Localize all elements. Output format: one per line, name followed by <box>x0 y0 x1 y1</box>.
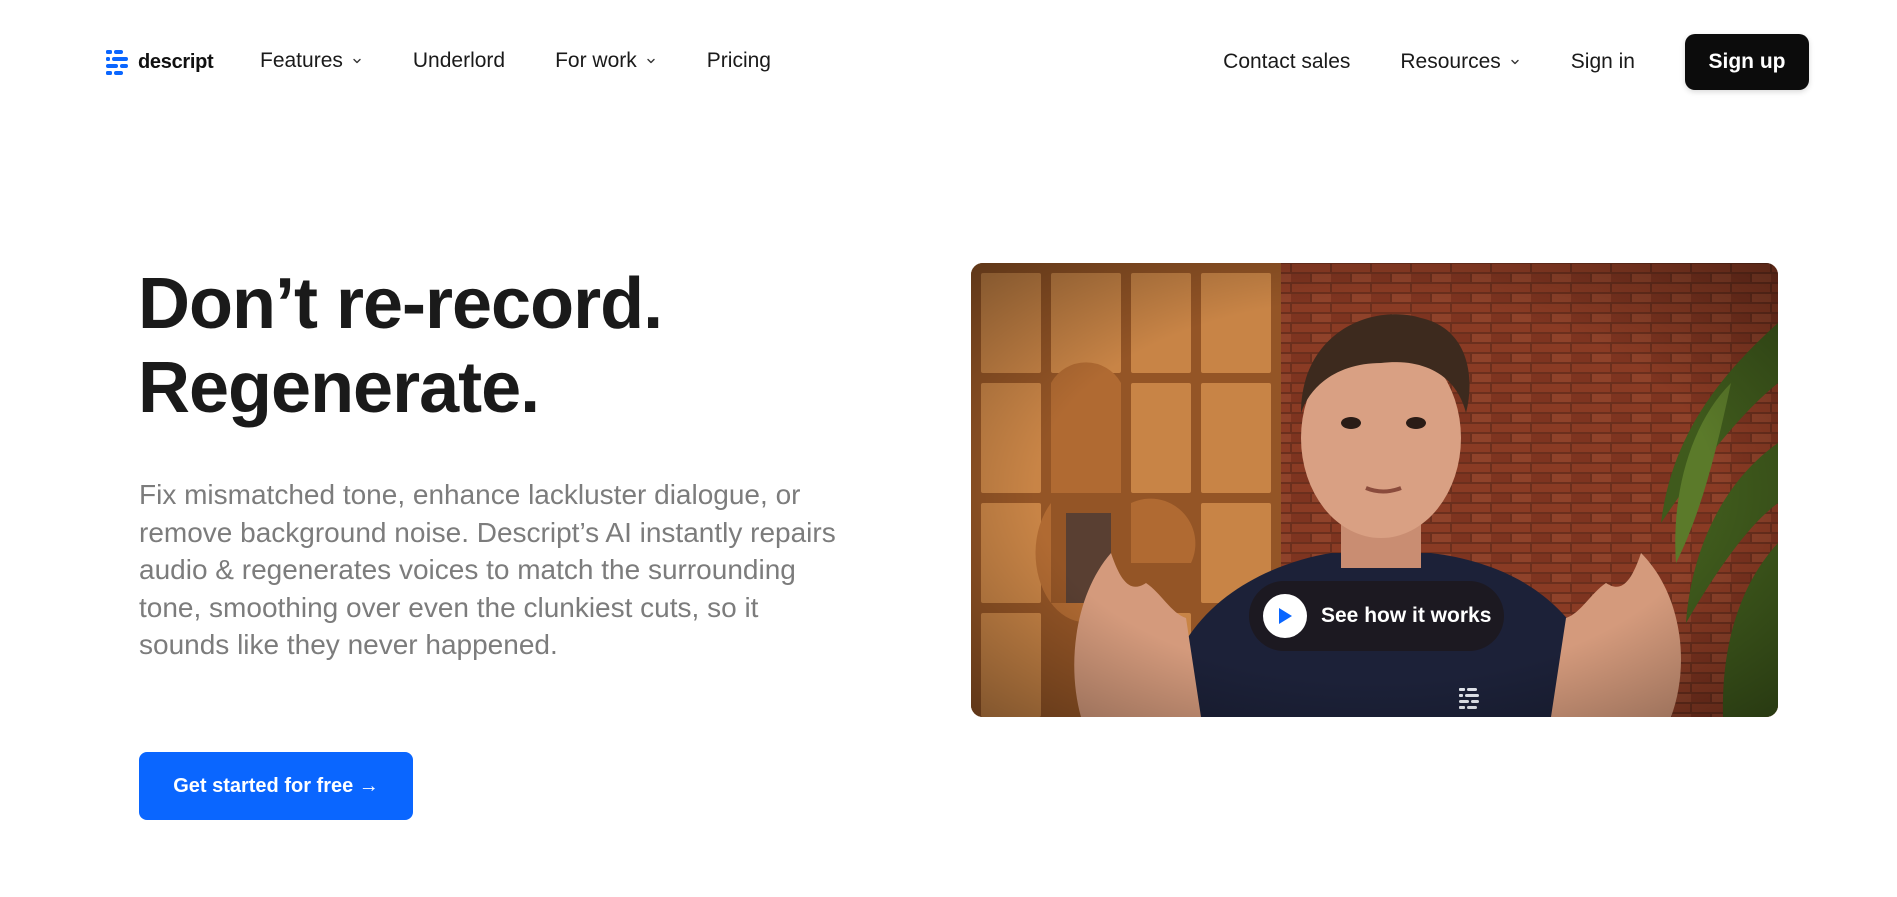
get-started-button[interactable]: Get started for free → <box>139 752 413 820</box>
nav-contact-sales[interactable]: Contact sales <box>1223 47 1350 77</box>
nav-pricing-label: Pricing <box>706 49 771 72</box>
nav-resources[interactable]: Resources <box>1400 47 1520 77</box>
sign-up-button[interactable]: Sign up <box>1685 34 1809 90</box>
nav-underlord-label: Underlord <box>412 49 506 72</box>
nav-features-label: Features <box>260 49 343 72</box>
see-how-it-works-button[interactable]: See how it works <box>1249 581 1504 651</box>
nav-pricing[interactable]: Pricing <box>707 46 771 76</box>
nav-for-work[interactable]: For work <box>555 46 657 76</box>
nav-underlord[interactable]: Underlord <box>413 46 505 76</box>
nav-sign-in-label: Sign in <box>1570 50 1635 73</box>
nav-features[interactable]: Features <box>260 46 363 76</box>
nav-for-work-label: For work <box>555 49 637 72</box>
chevron-down-icon <box>1511 59 1519 65</box>
nav-sign-in[interactable]: Sign in <box>1571 47 1635 77</box>
hero-description: Fix mismatched tone, enhance lackluster … <box>139 479 836 660</box>
play-button[interactable] <box>1263 594 1307 638</box>
secondary-nav: Contact sales Resources Sign in Sign up <box>1223 34 1809 90</box>
hero-title-line-2: Regenerate. <box>138 348 540 428</box>
descript-logo[interactable]: descript <box>106 48 214 76</box>
hero-title-line-1: Don’t re-record. <box>138 264 663 344</box>
nav-contact-sales-label: Contact sales <box>1223 50 1351 73</box>
top-navigation: descript Features Underlord For work Pri… <box>0 0 1897 122</box>
hero-title: Don’t re-record. Regenerate. <box>138 262 663 430</box>
play-icon <box>1279 608 1292 624</box>
chevron-down-icon <box>353 58 361 64</box>
chevron-down-icon <box>647 58 655 64</box>
primary-nav: Features Underlord For work Pricing <box>260 46 821 76</box>
hero-video[interactable]: See how it works <box>971 263 1778 717</box>
descript-logo-icon <box>106 50 128 75</box>
see-how-it-works-label: See how it works <box>1321 604 1492 627</box>
nav-resources-label: Resources <box>1400 50 1501 73</box>
brand-name: descript <box>138 50 214 73</box>
